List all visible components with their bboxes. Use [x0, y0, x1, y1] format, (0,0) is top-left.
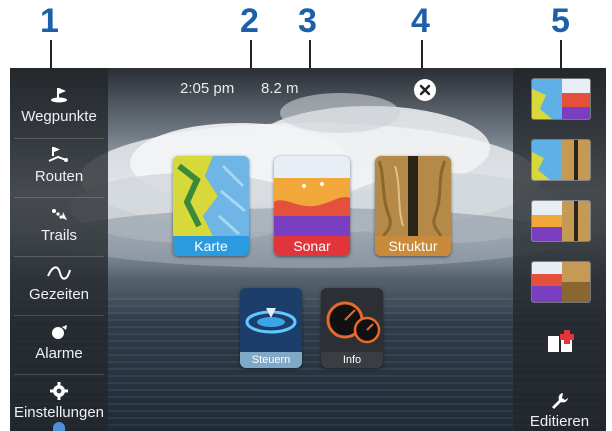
chart-app-icon: [173, 156, 249, 236]
callout-number: 4: [411, 2, 430, 40]
callout-strip: 1 2 3 4 5: [0, 0, 612, 118]
sidebar-item-trails[interactable]: Trails: [10, 197, 108, 255]
close-icon: [419, 84, 431, 96]
wrench-icon: [551, 393, 568, 409]
sidebar-item-alarme[interactable]: Alarme: [10, 315, 108, 373]
favorite-chart-structure[interactable]: [531, 139, 591, 181]
sidebar-item-wegpunkte[interactable]: Wegpunkte: [10, 78, 108, 136]
app-tile-label: Steuern: [240, 352, 302, 368]
structure-app-icon: [375, 156, 451, 236]
waypoint-icon: [10, 84, 108, 106]
tide-icon: [10, 262, 108, 284]
favorite-sonar-structure-split[interactable]: [531, 261, 591, 303]
scroll-down-indicator[interactable]: [53, 422, 65, 431]
app-tile-label: Sonar: [274, 236, 350, 256]
sidebar-item-label: Einstellungen: [13, 404, 105, 421]
sonar-app-icon: [274, 156, 350, 236]
add-page-button[interactable]: [546, 330, 576, 354]
sidebar-item-label: Alarme: [35, 345, 83, 362]
sidebar-item-label: Routen: [34, 168, 84, 185]
steering-app-icon: [240, 288, 302, 352]
sidebar-item-label: Wegpunkte: [21, 108, 97, 125]
app-tile-struktur[interactable]: Struktur: [375, 156, 451, 256]
app-tile-label: Karte: [173, 236, 249, 256]
app-tile-label: Struktur: [375, 236, 451, 256]
app-tile-sonar[interactable]: Sonar: [274, 156, 350, 256]
gear-icon: [10, 380, 108, 402]
app-tile-label: Info: [321, 352, 383, 368]
info-app-icon: [321, 288, 383, 352]
sidebar-item-label: Trails: [40, 227, 78, 244]
callout-number: 2: [240, 2, 259, 40]
app-tile-karte[interactable]: Karte: [173, 156, 249, 256]
route-icon: [10, 144, 108, 166]
callout-number: 1: [40, 2, 59, 40]
edit-button[interactable]: Editieren: [513, 392, 606, 430]
favorite-sonar-structure[interactable]: [531, 200, 591, 242]
add-page-icon: [548, 330, 574, 352]
left-sidebar: Wegpunkte Routen Trails Gezeiten Alarme …: [10, 68, 108, 431]
close-button[interactable]: [414, 79, 436, 101]
app-tile-steuern[interactable]: Steuern: [240, 288, 302, 368]
trail-icon: [10, 203, 108, 225]
favorites-sidebar: Editieren: [513, 68, 606, 431]
sidebar-item-label: Gezeiten: [28, 286, 90, 303]
time-readout: 2:05 pm: [180, 80, 235, 97]
callout-number: 5: [551, 2, 570, 40]
callout-line: [50, 40, 52, 68]
edit-label: Editieren: [529, 413, 590, 430]
depth-readout: 8.2 m: [261, 80, 299, 97]
alarm-icon: [10, 321, 108, 343]
app-tile-info[interactable]: Info: [321, 288, 383, 368]
home-screen: Wegpunkte Routen Trails Gezeiten Alarme …: [10, 68, 606, 431]
favorite-chart-sonar[interactable]: [531, 78, 591, 120]
sidebar-item-routen[interactable]: Routen: [10, 138, 108, 196]
callout-number: 3: [298, 2, 317, 40]
sidebar-item-gezeiten[interactable]: Gezeiten: [10, 256, 108, 314]
